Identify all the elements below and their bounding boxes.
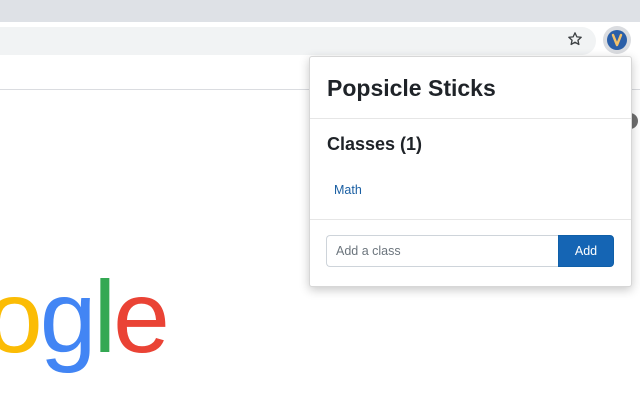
classes-heading: Classes (1) — [327, 134, 423, 154]
extension-popup: Popsicle Sticks Classes (1) Math Add — [309, 56, 632, 287]
add-class-input[interactable] — [326, 235, 558, 267]
address-bar[interactable] — [0, 27, 596, 55]
class-list: Math — [334, 181, 362, 199]
browser-toolbar — [0, 22, 640, 58]
list-item: Math — [334, 181, 362, 199]
logo-letter: g — [39, 260, 97, 374]
logo-letter: e — [113, 260, 170, 374]
popup-divider — [310, 219, 631, 220]
tab-strip — [0, 0, 640, 22]
search-logo: ogle — [0, 266, 170, 368]
star-icon — [568, 32, 582, 46]
add-class-form: Add — [326, 235, 615, 269]
popsicle-stick-icon — [607, 30, 627, 50]
popup-divider — [310, 118, 631, 119]
popup-title: Popsicle Sticks — [327, 75, 496, 101]
extension-button[interactable] — [603, 26, 631, 54]
add-class-button[interactable]: Add — [558, 235, 614, 267]
logo-letter: l — [93, 260, 116, 374]
browser-window: ogle Popsicle Sticks Classes (1) Math Ad… — [0, 0, 640, 400]
bookmark-star-button[interactable] — [564, 28, 586, 50]
class-link-math[interactable]: Math — [334, 183, 362, 197]
logo-letter: o — [0, 260, 43, 374]
